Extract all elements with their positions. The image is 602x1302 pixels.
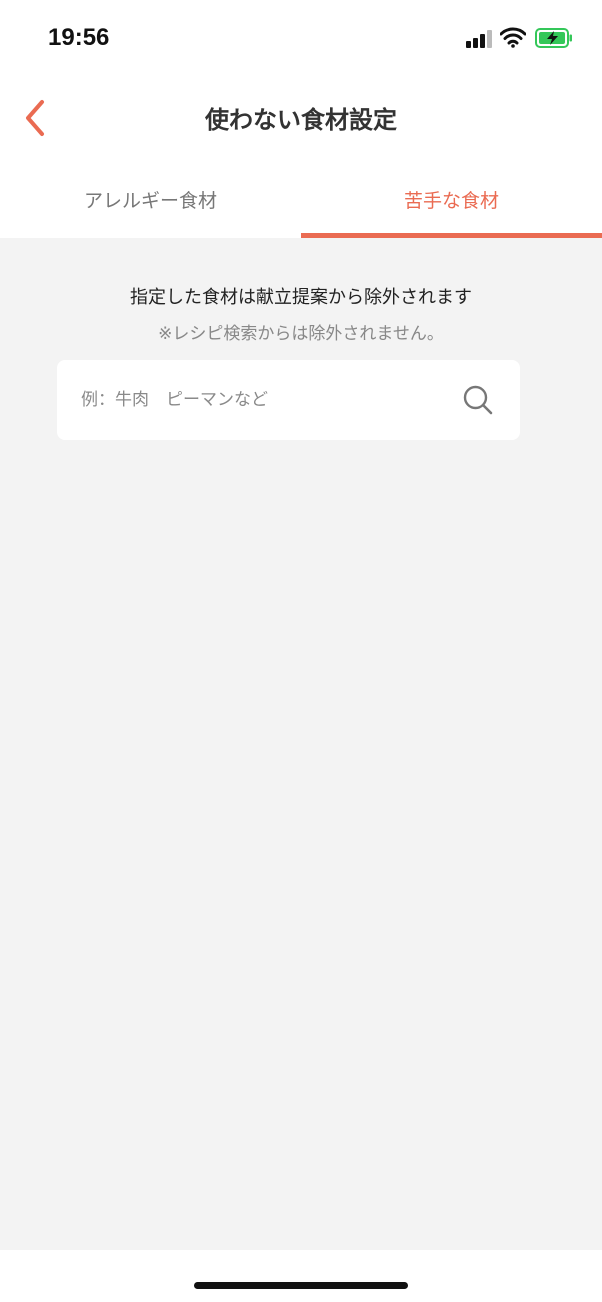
battery-charging-icon	[535, 28, 572, 48]
search-input[interactable]	[81, 360, 451, 440]
nav-bar: 使わない食材設定	[0, 78, 602, 160]
home-indicator[interactable]	[194, 1282, 408, 1289]
cellular-signal-icon	[466, 30, 494, 48]
status-time: 19:56	[48, 24, 110, 51]
tab-disliked-ingredients[interactable]: 苦手な食材	[301, 165, 602, 238]
search-box	[57, 360, 520, 440]
wifi-icon	[500, 27, 526, 48]
status-bar: 19:56	[0, 0, 602, 78]
main-content: 指定した食材は献立提案から除外されます ※レシピ検索からは除外されません。	[0, 238, 602, 1250]
page-title: 使わない食材設定	[205, 106, 397, 134]
info-note: ※レシピ検索からは除外されません。	[158, 324, 444, 344]
tab-allergy-ingredients[interactable]: アレルギー食材	[0, 165, 301, 238]
screen: 19:56 使わない食材設定 アレルギー食材 苦手な食材 指定した食材は献立提案…	[0, 0, 602, 1302]
bottom-safe-area	[0, 1250, 602, 1302]
info-text: 指定した食材は献立提案から除外されます	[130, 287, 472, 308]
search-icon[interactable]	[462, 384, 494, 416]
tab-bar: アレルギー食材 苦手な食材	[0, 165, 602, 238]
